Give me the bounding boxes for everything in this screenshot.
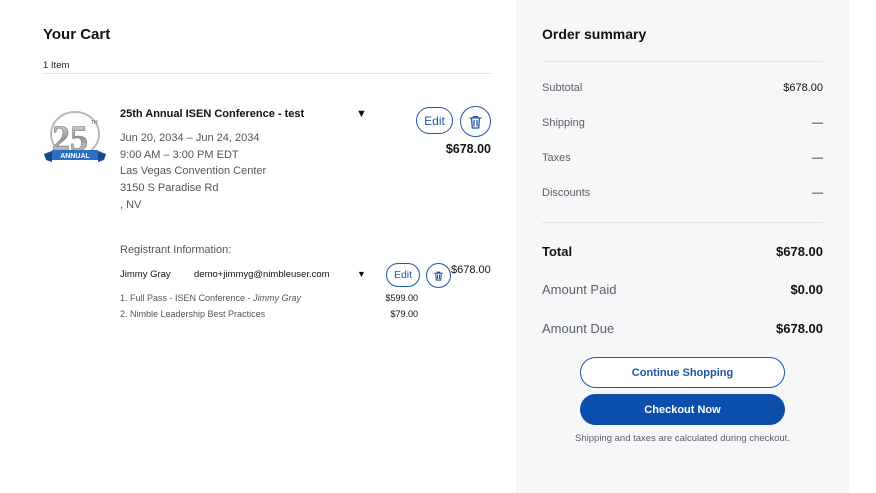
list-item: 2. Nimble Leadership Best Practices (120, 309, 265, 319)
remove-item-button[interactable] (460, 106, 491, 137)
remove-registrant-button[interactable] (426, 263, 451, 288)
total-value: $678.00 (776, 244, 823, 259)
event-venue: Las Vegas Convention Center (120, 165, 267, 177)
item-count: 1 Item (43, 60, 70, 71)
edit-item-button[interactable]: Edit (416, 107, 453, 134)
line-item-attendee: Jimmy Gray (253, 293, 302, 303)
shipping-value: — (812, 117, 823, 129)
subtotal-label: Subtotal (542, 82, 583, 94)
event-times: 9:00 AM – 3:00 PM EDT (120, 149, 239, 161)
line-item-label: 1. Full Pass - ISEN Conference - (120, 293, 254, 303)
divider (43, 73, 491, 74)
cart-title: Your Cart (43, 26, 111, 43)
taxes-label: Taxes (542, 152, 571, 164)
subtotal-row: Subtotal $678.00 (542, 82, 823, 94)
divider (542, 222, 823, 223)
line-item-price: $599.00 (385, 293, 418, 303)
subtotal-value: $678.00 (783, 82, 823, 94)
item-price: $678.00 (445, 142, 491, 156)
registrant-section-label: Registrant Information: (120, 244, 232, 256)
taxes-row: Taxes — (542, 152, 823, 164)
cart-panel: Your Cart 1 Item 25 TH ANNUAL 25th Annua… (0, 0, 516, 493)
expand-caret-icon[interactable]: ▼ (356, 108, 367, 120)
total-label: Total (542, 244, 573, 259)
line-item-price: $79.00 (390, 309, 418, 319)
taxes-value: — (812, 152, 823, 164)
event-dates: Jun 20, 2034 – Jun 24, 2034 (120, 132, 260, 144)
divider (542, 61, 823, 62)
amount-paid-value: $0.00 (790, 282, 823, 297)
registrant-email: demo+jimmyg@nimbleuser.com (194, 269, 330, 280)
list-item: 1. Full Pass - ISEN Conference - Jimmy G… (120, 293, 301, 303)
line-item-label: 2. Nimble Leadership Best Practices (120, 309, 266, 319)
amount-paid-label: Amount Paid (542, 282, 617, 297)
registrant-name: Jimmy Gray (120, 269, 171, 280)
registrant-price: $678.00 (451, 264, 491, 276)
shipping-label: Shipping (542, 117, 585, 129)
discounts-label: Discounts (542, 187, 591, 199)
discounts-row: Discounts — (542, 187, 823, 199)
registrant-caret-icon[interactable]: ▼ (357, 269, 366, 279)
discounts-value: — (812, 187, 823, 199)
order-summary-panel: Order summary Subtotal $678.00 Shipping … (516, 0, 849, 493)
checkout-now-button[interactable]: Checkout Now (580, 394, 785, 425)
continue-shopping-button[interactable]: Continue Shopping (580, 357, 785, 388)
shipping-row: Shipping — (542, 117, 823, 129)
trash-icon (434, 271, 443, 281)
amount-paid-row: Amount Paid $0.00 (542, 282, 823, 297)
event-street: 3150 S Paradise Rd (120, 182, 219, 194)
edit-registrant-button[interactable]: Edit (386, 263, 420, 287)
event-city-state: , NV (120, 199, 142, 211)
checkout-note: Shipping and taxes are calculated during… (575, 433, 790, 444)
trash-icon (469, 115, 482, 129)
amount-due-value: $678.00 (776, 321, 823, 336)
logo-text: ANNUAL (60, 153, 90, 160)
total-row: Total $678.00 (542, 244, 823, 259)
amount-due-row: Amount Due $678.00 (542, 321, 823, 336)
amount-due-label: Amount Due (542, 321, 615, 336)
summary-title: Order summary (542, 26, 647, 42)
event-logo: 25 TH ANNUAL (44, 111, 106, 162)
event-name: 25th Annual ISEN Conference - test (120, 108, 305, 120)
logo-suffix: TH (91, 120, 98, 126)
